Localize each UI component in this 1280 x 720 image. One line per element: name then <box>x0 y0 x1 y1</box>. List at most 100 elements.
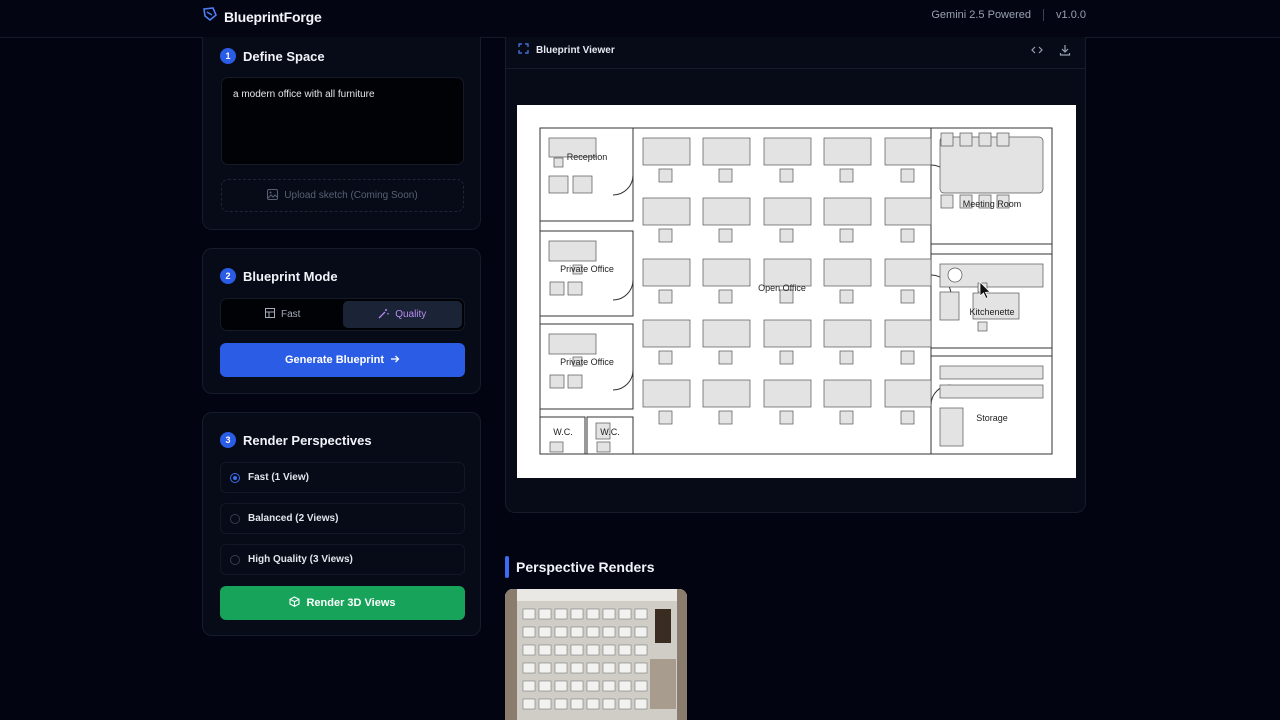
mode-toggle: Fast Quality <box>220 298 465 331</box>
desk <box>823 319 872 348</box>
desk <box>823 137 872 166</box>
chair <box>900 228 915 243</box>
render-desk <box>522 680 536 692</box>
image-icon <box>267 188 279 203</box>
radio-button[interactable] <box>230 554 240 565</box>
step-number: 1 <box>220 48 236 64</box>
upload-sketch-button[interactable]: Upload sketch (Coming Soon) <box>221 179 464 212</box>
brand[interactable]: BlueprintForge <box>202 6 322 27</box>
render-desk <box>538 626 552 638</box>
desk <box>642 319 691 348</box>
desk <box>702 197 751 226</box>
perspective-renders-title: Perspective Renders <box>516 559 655 575</box>
render-desk <box>618 680 632 692</box>
desk <box>884 197 932 226</box>
render-option-fast[interactable]: Fast (1 View) <box>220 462 465 493</box>
generate-blueprint-button[interactable]: Generate Blueprint <box>220 343 465 377</box>
render-desk <box>586 644 600 656</box>
divider <box>1043 9 1045 21</box>
render-desk <box>634 662 648 674</box>
room-label-meeting-room: Meeting Room <box>963 199 1022 209</box>
render-desk <box>586 626 600 638</box>
chair <box>779 168 794 183</box>
render-desk <box>538 680 552 692</box>
render-thumbnail[interactable] <box>505 589 687 720</box>
room-label-wc: W.C. <box>600 427 620 437</box>
arrow-right-icon <box>390 354 400 367</box>
desk <box>763 197 812 226</box>
chair <box>658 289 673 304</box>
desk <box>823 258 872 287</box>
layout-icon <box>265 308 276 321</box>
app-name: BlueprintForge <box>224 8 322 25</box>
upload-label: Upload sketch (Coming Soon) <box>284 190 418 201</box>
render-desk <box>522 698 536 710</box>
render-option-label: Balanced (2 Views) <box>248 513 339 524</box>
chair <box>658 168 673 183</box>
desk <box>884 319 932 348</box>
prompt-textarea[interactable]: a modern office with all furniture <box>221 77 464 165</box>
version-label: v1.0.0 <box>1056 9 1086 21</box>
mode-fast-label: Fast <box>281 309 301 320</box>
render-desk <box>602 680 616 692</box>
chair <box>718 289 733 304</box>
render-desk <box>586 608 600 620</box>
mode-quality-button[interactable]: Quality <box>342 301 462 328</box>
desk <box>642 137 691 166</box>
render-desk <box>570 698 584 710</box>
chair <box>658 350 673 365</box>
render-desk <box>618 608 632 620</box>
render-desk <box>602 644 616 656</box>
radio-button[interactable] <box>230 513 240 524</box>
chair <box>658 228 673 243</box>
render-desk <box>602 662 616 674</box>
desk <box>642 258 691 287</box>
render-desk <box>554 698 568 710</box>
desk <box>884 379 932 408</box>
chair <box>900 350 915 365</box>
mode-quality-label: Quality <box>395 309 427 320</box>
blueprint-viewer: Blueprint Viewer Reception Private Offic… <box>505 37 1086 513</box>
room-label-storage: Storage <box>976 413 1008 423</box>
render-desk <box>634 626 648 638</box>
render-image <box>505 589 687 720</box>
room-label-kitchenette: Kitchenette <box>969 307 1014 317</box>
chair <box>839 350 854 365</box>
blueprint-canvas[interactable]: Reception Private Office Private Office … <box>517 105 1076 478</box>
logo-icon <box>202 6 218 27</box>
mode-fast-button[interactable]: Fast <box>223 301 343 328</box>
render-desk <box>602 626 616 638</box>
render-option-balanced[interactable]: Balanced (2 Views) <box>220 503 465 534</box>
accent-bar <box>505 556 509 578</box>
room-label-reception: Reception <box>567 152 608 162</box>
step-number: 2 <box>220 268 236 284</box>
render-label: Render 3D Views <box>306 597 396 609</box>
desk <box>642 197 691 226</box>
render-desk <box>634 698 648 710</box>
desk <box>823 379 872 408</box>
render-option-high-quality[interactable]: High Quality (3 Views) <box>220 544 465 575</box>
render-desk <box>538 698 552 710</box>
fullscreen-icon[interactable] <box>518 43 529 57</box>
room-label-private-office: Private Office <box>560 357 614 367</box>
chair <box>658 410 673 425</box>
desk <box>884 258 932 287</box>
radio-button[interactable] <box>230 472 240 483</box>
room-label-private-office: Private Office <box>560 264 614 274</box>
viewer-header: Blueprint Viewer <box>506 37 1085 69</box>
top-bar: BlueprintForge Gemini 2.5 Powered v1.0.0 <box>0 0 1280 38</box>
render-3d-views-button[interactable]: Render 3D Views <box>220 586 465 620</box>
render-desk <box>554 644 568 656</box>
section-title: Blueprint Mode <box>243 268 338 284</box>
desk <box>702 137 751 166</box>
render-desk <box>554 608 568 620</box>
render-desk <box>554 662 568 674</box>
render-desk <box>522 626 536 638</box>
download-icon[interactable] <box>1059 43 1071 61</box>
generate-label: Generate Blueprint <box>284 354 385 366</box>
chair <box>839 289 854 304</box>
code-icon[interactable] <box>1031 43 1043 61</box>
perspective-renders-header: Perspective Renders <box>505 556 655 578</box>
render-desk <box>570 626 584 638</box>
render-desk <box>634 644 648 656</box>
